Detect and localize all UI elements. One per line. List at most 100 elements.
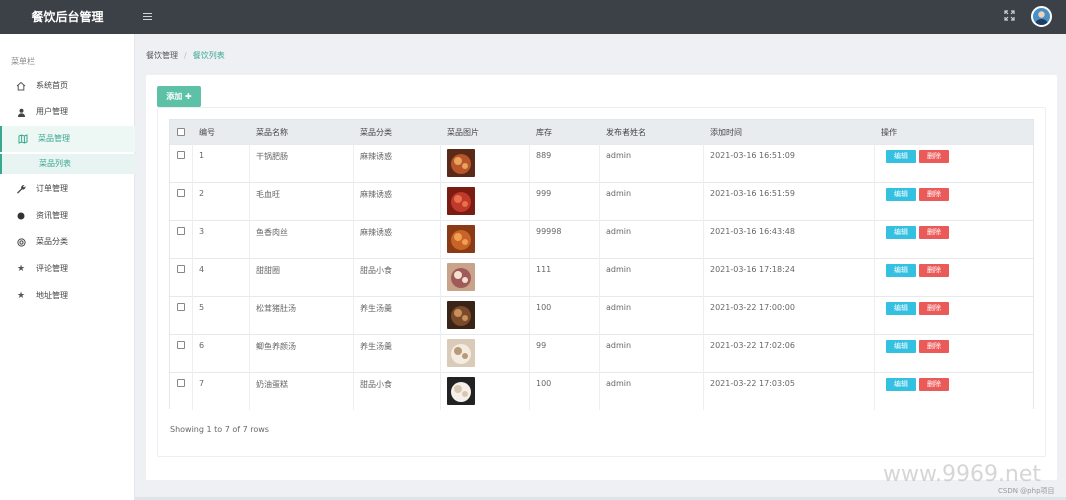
dish-image	[447, 263, 475, 291]
edit-button[interactable]: 编辑	[886, 226, 916, 239]
cell-id: 1	[199, 151, 205, 160]
cell-category: 养生汤羹	[360, 342, 392, 351]
column-divider	[192, 258, 193, 296]
sidebar-item-label: 地址管理	[36, 291, 68, 300]
delete-button[interactable]: 删除	[919, 188, 949, 201]
cell-publisher: admin	[606, 151, 632, 160]
table-header	[170, 120, 1033, 144]
watermark-text: www.9969.net	[883, 462, 1042, 487]
row-checkbox[interactable]	[177, 151, 185, 159]
column-divider	[353, 144, 354, 182]
sidebar-item-label: 订单管理	[36, 184, 68, 193]
cell-publisher: admin	[606, 303, 632, 312]
column-divider	[874, 144, 875, 182]
column-header[interactable]: 发布者姓名	[606, 127, 646, 138]
column-header[interactable]: 菜品分类	[360, 127, 392, 138]
sidebar-item-users[interactable]: 用户管理	[0, 99, 135, 125]
sidebar-subitem-dish-list[interactable]: 菜品列表	[0, 154, 135, 174]
column-divider	[529, 296, 530, 334]
cell-id: 4	[199, 265, 205, 274]
column-divider	[440, 144, 441, 182]
column-header[interactable]: 库存	[536, 127, 552, 138]
cell-publisher: admin	[606, 227, 632, 236]
home-icon	[15, 73, 27, 99]
row-checkbox[interactable]	[177, 265, 185, 273]
column-divider	[440, 334, 441, 372]
delete-button[interactable]: 删除	[919, 150, 949, 163]
sidebar-item-news[interactable]: 资讯管理	[0, 203, 135, 229]
delete-button[interactable]: 删除	[919, 264, 949, 277]
select-all-checkbox[interactable]	[177, 128, 185, 136]
cell-category: 麻辣诱惑	[360, 228, 392, 237]
column-divider	[249, 372, 250, 410]
cell-id: 2	[199, 189, 205, 198]
breadcrumb: 餐饮管理 / 餐饮列表	[146, 50, 225, 61]
column-divider	[703, 182, 704, 220]
wrench-icon	[15, 176, 27, 202]
edit-button[interactable]: 编辑	[886, 264, 916, 277]
sidebar-item-categories[interactable]: 菜品分类	[0, 229, 135, 255]
column-divider	[529, 258, 530, 296]
column-divider	[874, 296, 875, 334]
edit-button[interactable]: 编辑	[886, 188, 916, 201]
sidebar-item-addresses[interactable]: ★ 地址管理	[0, 283, 135, 309]
cell-id: 7	[199, 379, 205, 388]
breadcrumb-parent[interactable]: 餐饮管理	[146, 51, 178, 60]
breadcrumb-current[interactable]: 餐饮列表	[193, 51, 225, 60]
menu-toggle-icon[interactable]	[143, 11, 152, 22]
column-header[interactable]: 菜品图片	[447, 127, 479, 138]
dish-image	[447, 301, 475, 329]
column-divider	[703, 296, 704, 334]
column-divider	[874, 220, 875, 258]
edit-button[interactable]: 编辑	[886, 302, 916, 315]
cell-time: 2021-03-16 16:51:59	[710, 189, 795, 198]
edit-button[interactable]: 编辑	[886, 150, 916, 163]
delete-button[interactable]: 删除	[919, 302, 949, 315]
column-divider	[529, 220, 530, 258]
column-divider	[703, 334, 704, 372]
delete-button[interactable]: 删除	[919, 340, 949, 353]
column-divider	[440, 372, 441, 410]
row-checkbox[interactable]	[177, 379, 185, 387]
edit-button[interactable]: 编辑	[886, 340, 916, 353]
column-divider	[353, 258, 354, 296]
sidebar-item-label: 系统首页	[36, 81, 68, 90]
sidebar-item-comments[interactable]: ★ 评论管理	[0, 256, 135, 282]
user-avatar[interactable]	[1031, 6, 1052, 27]
sidebar-subitem-label: 菜品列表	[39, 159, 71, 168]
column-header[interactable]: 编号	[199, 127, 215, 138]
sidebar-item-label: 资讯管理	[36, 211, 68, 220]
column-divider	[599, 144, 600, 182]
column-header[interactable]: 添加时间	[710, 127, 742, 138]
column-divider	[703, 258, 704, 296]
cell-category: 甜品小食	[360, 380, 392, 389]
dish-image	[447, 225, 475, 253]
cell-time: 2021-03-22 17:00:00	[710, 303, 795, 312]
sidebar-item-dishes[interactable]: 菜品管理	[0, 126, 135, 152]
column-divider	[874, 258, 875, 296]
column-divider	[703, 372, 704, 410]
edit-button[interactable]: 编辑	[886, 378, 916, 391]
column-divider	[353, 372, 354, 410]
cell-stock: 100	[536, 303, 552, 312]
column-header[interactable]: 菜品名称	[256, 127, 288, 138]
row-checkbox[interactable]	[177, 189, 185, 197]
row-checkbox[interactable]	[177, 227, 185, 235]
column-divider	[529, 182, 530, 220]
map-icon	[17, 126, 29, 152]
column-header[interactable]: 操作	[881, 127, 897, 138]
cell-name: 甜甜圈	[256, 266, 280, 275]
sidebar-item-home[interactable]: 系统首页	[0, 73, 135, 99]
delete-button[interactable]: 删除	[919, 226, 949, 239]
star-icon: ★	[16, 291, 26, 301]
add-button[interactable]: 添加 ✚	[157, 86, 201, 107]
sidebar-item-label: 菜品分类	[36, 237, 68, 246]
cell-name: 奶油蛋糕	[256, 380, 288, 389]
column-divider	[353, 296, 354, 334]
cell-name: 松茸猪肚汤	[256, 304, 296, 313]
fullscreen-icon[interactable]	[1004, 10, 1015, 21]
row-checkbox[interactable]	[177, 341, 185, 349]
delete-button[interactable]: 删除	[919, 378, 949, 391]
row-checkbox[interactable]	[177, 303, 185, 311]
sidebar-item-orders[interactable]: 订单管理	[0, 176, 135, 202]
